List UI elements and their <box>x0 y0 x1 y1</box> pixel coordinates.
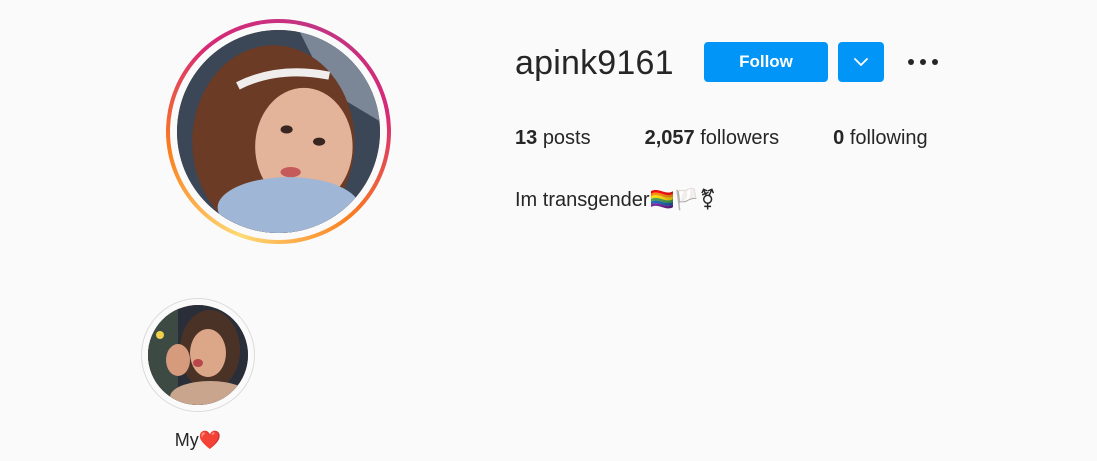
following-count: 0 <box>833 127 845 149</box>
highlight-cover-ring <box>141 298 255 412</box>
profile-stats: 13 posts 2,057 followers 0 following <box>515 127 982 150</box>
profile-page: apink9161 Follow 13 posts 2,057 follower… <box>0 0 1097 461</box>
following-label: following <box>849 127 928 149</box>
profile-avatar[interactable] <box>166 19 391 244</box>
profile-photo <box>177 30 380 233</box>
posts-label: posts <box>542 127 591 149</box>
profile-username: apink9161 <box>515 44 674 82</box>
more-dots-icon <box>908 59 938 65</box>
profile-bio: Im transgender🏳️‍🌈🏳️⚧ <box>515 189 717 211</box>
highlight-label: My❤️ <box>174 430 222 450</box>
highlight-cover-image <box>148 305 248 405</box>
posts-count: 13 <box>515 127 538 149</box>
followers-count: 2,057 <box>644 127 695 149</box>
suggested-accounts-button[interactable] <box>838 42 884 82</box>
more-options-button[interactable] <box>906 50 940 74</box>
story-highlight[interactable]: My❤️ <box>141 298 255 451</box>
followers-label: followers <box>700 127 780 149</box>
following-stat[interactable]: 0 following <box>833 127 928 150</box>
followers-stat[interactable]: 2,057 followers <box>645 127 780 150</box>
posts-stat: 13 posts <box>515 127 591 150</box>
follow-button[interactable]: Follow <box>704 42 828 82</box>
chevron-down-icon <box>854 57 868 66</box>
